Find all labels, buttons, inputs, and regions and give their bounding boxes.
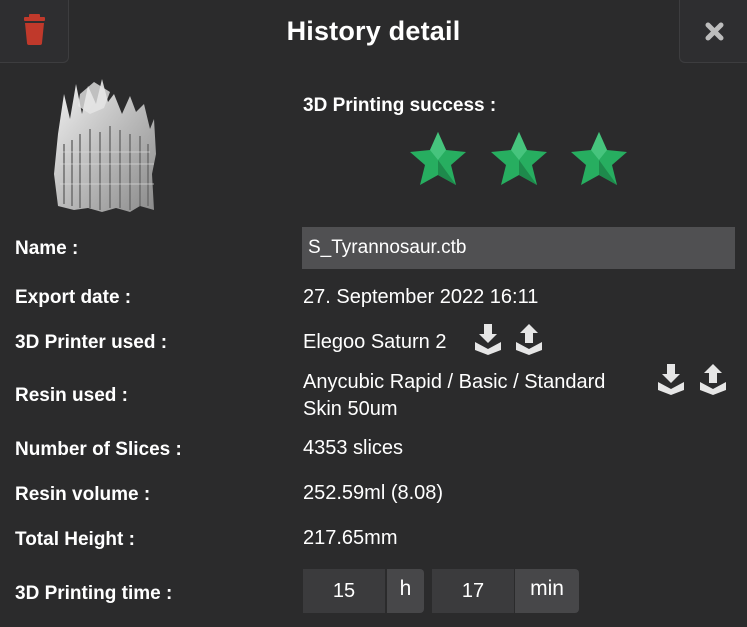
upload-icon[interactable] (698, 362, 728, 396)
name-field[interactable] (302, 227, 735, 269)
close-button[interactable] (679, 0, 747, 63)
download-icon[interactable] (656, 362, 686, 396)
hours-unit: h (387, 569, 424, 613)
slices-value: 4353 slices (303, 437, 404, 459)
resin-label: Resin used : (15, 385, 128, 406)
star-icon[interactable] (489, 130, 549, 188)
minutes-input[interactable] (432, 569, 514, 613)
resin-volume-label: Resin volume : (15, 484, 151, 505)
model-preview (54, 79, 156, 212)
resin-value-line2: Skin 50um (303, 398, 398, 420)
resin-value-line1: Anycubic Rapid / Basic / Standard (303, 371, 606, 393)
export-date-label: Export date : (15, 287, 132, 308)
slices-label: Number of Slices : (15, 439, 182, 460)
success-rating[interactable] (408, 130, 638, 188)
hours-input[interactable] (303, 569, 385, 613)
printer-label: 3D Printer used : (15, 332, 168, 353)
minutes-unit: min (515, 569, 579, 613)
dialog-header: History detail (0, 0, 747, 64)
close-icon (705, 22, 724, 41)
print-time-label: 3D Printing time : (15, 583, 173, 604)
total-height-value: 217.65mm (303, 527, 398, 549)
total-height-label: Total Height : (15, 529, 135, 550)
star-icon[interactable] (569, 130, 629, 188)
name-label: Name : (15, 238, 79, 259)
star-icon[interactable] (408, 130, 468, 188)
dialog-title: History detail (286, 16, 461, 46)
success-label: 3D Printing success : (303, 95, 497, 116)
resin-volume-value: 252.59ml (8.08) (303, 482, 444, 504)
download-icon[interactable] (473, 322, 503, 356)
printer-value: Elegoo Saturn 2 (303, 331, 447, 353)
upload-icon[interactable] (514, 322, 544, 356)
export-date-value: 27. September 2022 16:11 (303, 286, 539, 308)
